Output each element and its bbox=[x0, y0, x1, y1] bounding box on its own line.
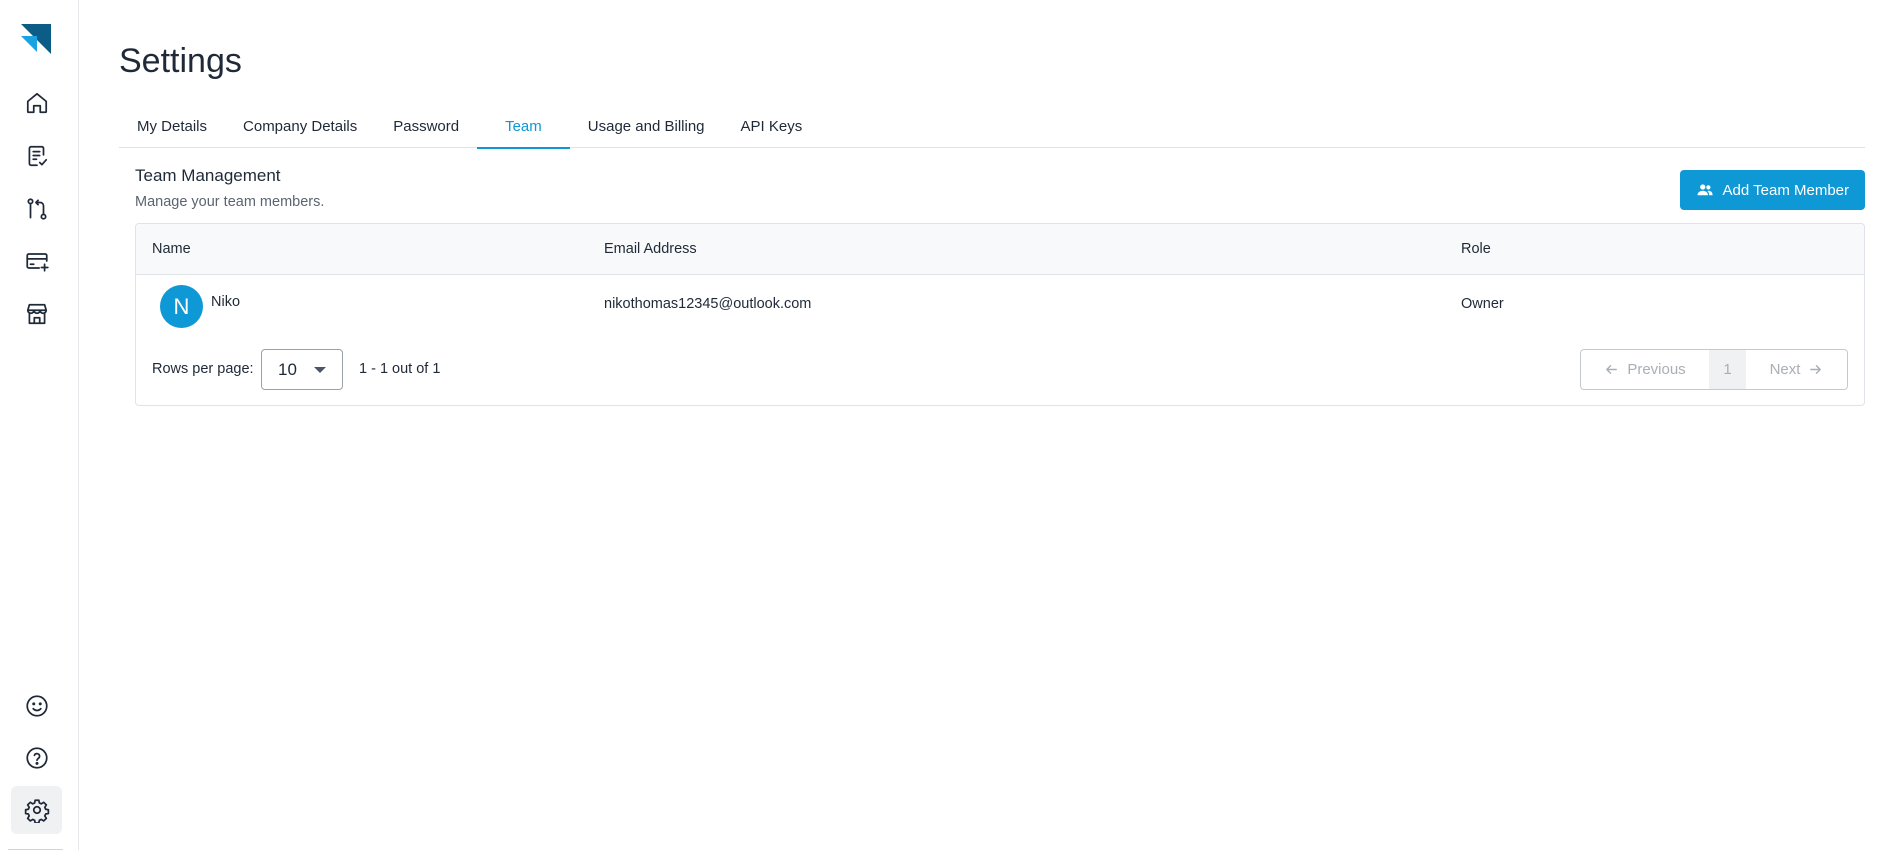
sidebar-item-help[interactable] bbox=[11, 734, 62, 782]
home-icon bbox=[26, 92, 47, 114]
route-icon bbox=[26, 198, 47, 220]
section-subtitle: Manage your team members. bbox=[135, 194, 325, 210]
add-team-member-label: Add Team Member bbox=[1722, 181, 1849, 199]
table-row: N Niko nikothomas12345@outlook.com Owner bbox=[136, 275, 1864, 335]
tab-my-details[interactable]: My Details bbox=[119, 104, 225, 148]
pagination: Previous 1 Next bbox=[1580, 349, 1848, 390]
tab-password[interactable]: Password bbox=[375, 104, 477, 148]
users-icon bbox=[1697, 184, 1713, 196]
caret-down-icon bbox=[314, 367, 326, 373]
member-name: Niko bbox=[211, 294, 241, 310]
arrow-right-icon bbox=[1810, 365, 1822, 374]
tab-usage-and-billing[interactable]: Usage and Billing bbox=[570, 104, 723, 148]
column-header-role: Role bbox=[1461, 241, 1491, 257]
add-team-member-button[interactable]: Add Team Member bbox=[1679, 170, 1865, 210]
previous-page-button[interactable]: Previous bbox=[1581, 350, 1709, 389]
sidebar-item-tasks[interactable] bbox=[11, 132, 62, 180]
column-header-name: Name bbox=[152, 241, 191, 257]
sidebar-item-billing[interactable] bbox=[11, 237, 62, 285]
page-number-button[interactable]: 1 bbox=[1709, 350, 1746, 389]
previous-label: Previous bbox=[1627, 361, 1686, 378]
team-table: Name Email Address Role N Niko nikothoma… bbox=[135, 223, 1865, 406]
sidebar-item-settings[interactable] bbox=[11, 786, 62, 834]
rows-per-page-value: 10 bbox=[278, 359, 297, 379]
checklist-icon bbox=[28, 145, 47, 167]
sidebar bbox=[0, 0, 79, 850]
member-role: Owner bbox=[1461, 296, 1504, 312]
next-label: Next bbox=[1769, 361, 1801, 378]
rows-per-page-label: Rows per page: bbox=[152, 361, 254, 377]
next-page-button[interactable]: Next bbox=[1746, 350, 1847, 389]
section-title: Team Management bbox=[135, 166, 281, 185]
card-add-icon bbox=[25, 253, 49, 272]
avatar: N bbox=[160, 285, 203, 328]
column-header-email: Email Address bbox=[604, 241, 697, 257]
help-icon bbox=[25, 747, 48, 769]
settings-tabs: My Details Company Details Password Team… bbox=[119, 104, 1865, 149]
sidebar-item-workflows[interactable] bbox=[11, 185, 62, 233]
rows-per-page-select[interactable]: 10 bbox=[261, 349, 343, 390]
sidebar-item-store[interactable] bbox=[11, 290, 62, 338]
member-email: nikothomas12345@outlook.com bbox=[604, 296, 812, 312]
table-header: Name Email Address Role bbox=[136, 224, 1864, 275]
main-content: Settings My Details Company Details Pass… bbox=[79, 0, 1881, 850]
sidebar-item-feedback[interactable] bbox=[11, 682, 62, 730]
pagination-range: 1 - 1 out of 1 bbox=[359, 361, 441, 377]
smiley-icon bbox=[25, 695, 48, 717]
brand-logo[interactable] bbox=[19, 22, 53, 56]
gear-icon bbox=[24, 799, 49, 823]
tab-team[interactable]: Team bbox=[477, 104, 570, 149]
sidebar-item-home[interactable] bbox=[11, 79, 62, 127]
tab-company-details[interactable]: Company Details bbox=[225, 104, 375, 148]
page-title: Settings bbox=[119, 42, 242, 80]
tab-api-keys[interactable]: API Keys bbox=[723, 104, 821, 148]
store-icon bbox=[26, 303, 47, 325]
arrow-left-icon bbox=[1606, 365, 1618, 374]
